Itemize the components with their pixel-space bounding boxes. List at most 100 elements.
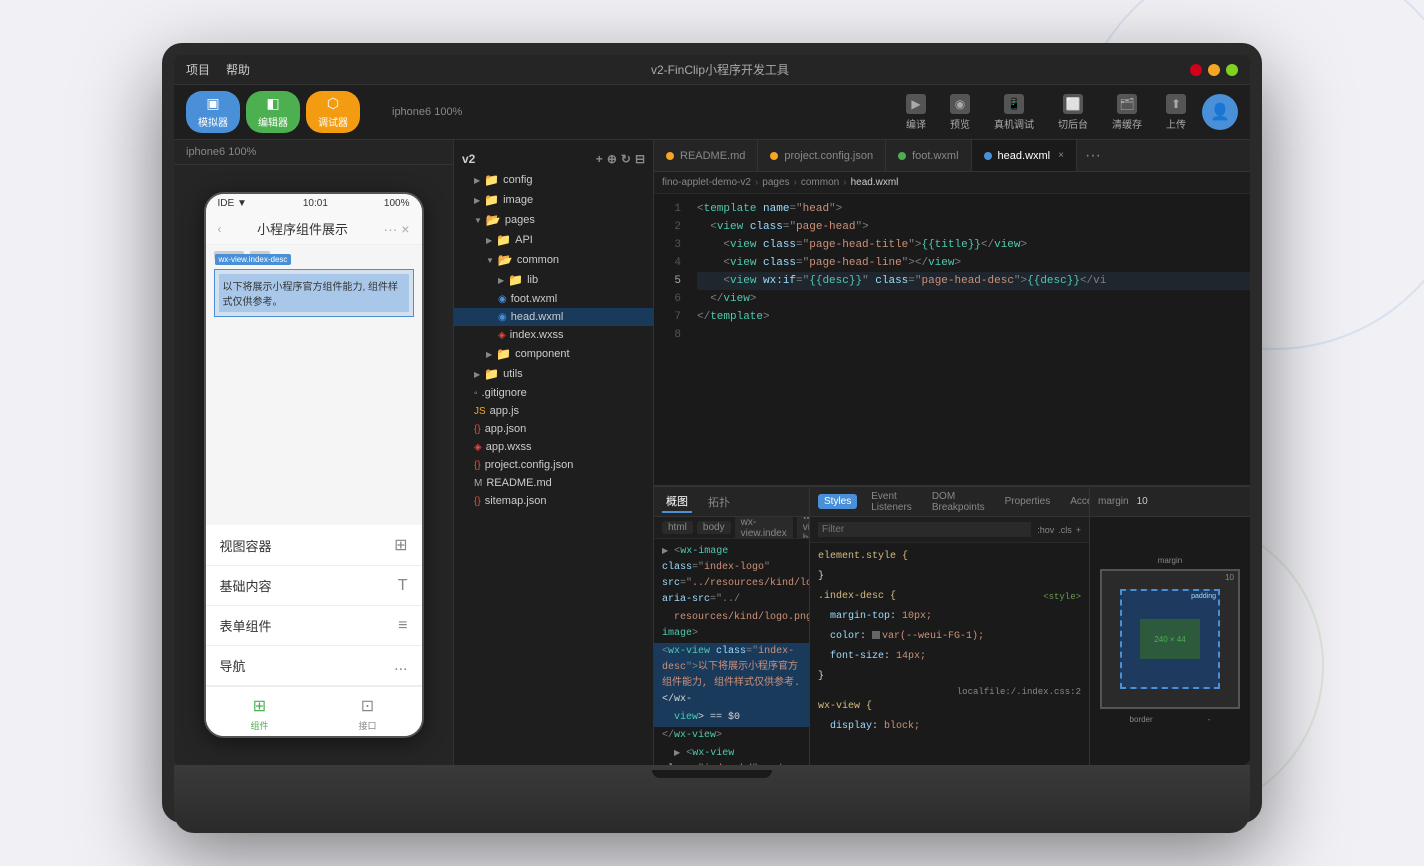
tree-item-label: foot.wxml — [511, 293, 557, 305]
tree-item-label: config — [503, 174, 532, 186]
tab-more-button[interactable]: ··· — [1077, 147, 1109, 165]
tree-item-foot-wxml[interactable]: ◉ foot.wxml — [454, 290, 653, 308]
debugger-button[interactable]: ⬡ 调试器 — [306, 91, 360, 133]
breadcrumb-root[interactable]: fino-applet-demo-v2 — [662, 177, 751, 188]
editor-icon: ◧ — [266, 95, 279, 112]
upload-button[interactable]: ⬆ 上传 — [1158, 90, 1194, 135]
preview-label: 预览 — [950, 116, 970, 131]
tree-item-label: common — [517, 254, 559, 266]
tree-item-utils[interactable]: ▶ 📁 utils — [454, 364, 653, 384]
phone-title-bar: ‹ 小程序组件展示 ··· × — [206, 213, 422, 245]
tab-readme[interactable]: README.md — [654, 140, 758, 171]
close-button[interactable] — [1190, 64, 1202, 76]
real-device-icon: 📱 — [1004, 94, 1024, 114]
dom-code-area[interactable]: ▶ <wx-image class="index-logo" src="../r… — [654, 539, 809, 765]
menu-item-content[interactable]: 基础内容 T — [206, 566, 422, 606]
border-label: border — [1130, 715, 1153, 724]
code-line-5: <view wx:if="{{desc}}" class="page-head-… — [697, 272, 1250, 290]
style-source-link[interactable]: localfile:/.index.css:2 — [810, 687, 1089, 697]
clear-cache-button[interactable]: 🗂 清缓存 — [1104, 90, 1150, 135]
tree-new-file-icon[interactable]: + — [596, 152, 603, 166]
dom-tab-topology[interactable]: 拓扑 — [704, 492, 734, 512]
tree-item-label: app.wxss — [486, 441, 532, 453]
tree-collapse-icon[interactable]: ⊟ — [635, 152, 645, 166]
tab-project-config[interactable]: project.config.json — [758, 140, 886, 171]
compile-icon: ▶ — [906, 94, 926, 114]
dom-tab-overview[interactable]: 概图 — [662, 491, 692, 513]
breadcrumb-pages[interactable]: pages — [762, 177, 789, 188]
tab-close-icon[interactable]: × — [1058, 150, 1064, 161]
tree-item-pages[interactable]: ▼ 📂 pages — [454, 210, 653, 230]
styles-tab-dom-breakpoints[interactable]: DOM Breakpoints — [926, 489, 991, 515]
tree-item-app-json[interactable]: {} app.json — [454, 420, 653, 438]
user-avatar[interactable]: 👤 — [1202, 94, 1238, 130]
menu-help[interactable]: 帮助 — [226, 61, 250, 78]
box-model-content: margin 10 padding 240 × 44 — [1090, 517, 1250, 765]
tree-item-image[interactable]: ▶ 📁 image — [454, 190, 653, 210]
breadcrumb-file[interactable]: head.wxml — [851, 177, 899, 188]
tree-refresh-icon[interactable]: ↻ — [621, 152, 631, 166]
phone-tab-api[interactable]: ⊡ 接口 — [314, 695, 422, 732]
tree-item-api[interactable]: ▶ 📁 API — [454, 230, 653, 250]
preview-button[interactable]: ◉ 预览 — [942, 90, 978, 135]
tree-item-gitignore[interactable]: ◦ .gitignore — [454, 384, 653, 402]
tree-item-component[interactable]: ▶ 📁 component — [454, 344, 653, 364]
real-device-debug-button[interactable]: 📱 真机调试 — [986, 90, 1042, 135]
real-device-label: 真机调试 — [994, 116, 1034, 131]
code-main-area[interactable]: 1 2 3 4 5 6 7 8 <template name="head"> — [654, 194, 1250, 485]
tree-item-lib[interactable]: ▶ 📁 lib — [454, 270, 653, 290]
laptop-base — [174, 765, 1250, 833]
dom-bc-hd[interactable]: wx-view.index-hd — [797, 517, 809, 539]
styles-filter-input[interactable] — [818, 522, 1031, 537]
styles-filter-buttons: :hov .cls + — [1037, 525, 1081, 535]
maximize-button[interactable] — [1226, 64, 1238, 76]
menu-item-view[interactable]: 视图容器 ⊞ — [206, 525, 422, 566]
minimize-button[interactable] — [1208, 64, 1220, 76]
tree-item-index-wxss[interactable]: ◈ index.wxss — [454, 326, 653, 344]
dom-bc-html[interactable]: html — [662, 521, 693, 534]
tree-item-readme[interactable]: M README.md — [454, 474, 653, 492]
styles-tab-event-listeners[interactable]: Event Listeners — [865, 489, 918, 515]
tree-item-app-js[interactable]: JS app.js — [454, 402, 653, 420]
chevron-icon: ▶ — [486, 236, 492, 245]
hover-filter-btn[interactable]: :hov — [1037, 525, 1054, 535]
menu-item-form[interactable]: 表单组件 ≡ — [206, 606, 422, 646]
add-style-btn[interactable]: + — [1076, 525, 1081, 535]
bottom-panels: 概图 拓扑 html body wx-view.index wx-view.in… — [654, 485, 1250, 765]
tree-new-folder-icon[interactable]: ⊕ — [607, 152, 617, 166]
tree-item-head-wxml[interactable]: ◉ head.wxml — [454, 308, 653, 326]
tree-item-common[interactable]: ▼ 📂 common — [454, 250, 653, 270]
editor-button[interactable]: ◧ 编辑器 — [246, 91, 300, 133]
tree-item-sitemap[interactable]: {} sitemap.json — [454, 492, 653, 510]
tree-item-config[interactable]: ▶ 📁 config — [454, 170, 653, 190]
chevron-icon: ▶ — [486, 350, 492, 359]
menu-item-nav[interactable]: 导航 ... — [206, 646, 422, 686]
menu-project[interactable]: 项目 — [186, 61, 210, 78]
cls-filter-btn[interactable]: .cls — [1058, 525, 1072, 535]
tree-item-project-config[interactable]: {} project.config.json — [454, 456, 653, 474]
tree-item-app-wxss[interactable]: ◈ app.wxss — [454, 438, 653, 456]
compile-button[interactable]: ▶ 编译 — [898, 90, 934, 135]
box-model-header: margin 10 — [1090, 487, 1250, 517]
tab-foot-wxml[interactable]: foot.wxml — [886, 140, 971, 171]
dom-line-3[interactable]: <wx-view class="index-desc">以下将展示小程序官方组件… — [654, 643, 809, 709]
styles-tab-styles[interactable]: Styles — [818, 494, 857, 509]
box-model-display: margin 10 padding 240 × 44 — [1098, 556, 1242, 726]
folder-icon: 📁 — [484, 193, 499, 207]
tree-item-label: utils — [503, 368, 523, 380]
phone-signal: IDE ▼ — [218, 198, 247, 209]
code-content[interactable]: <template name="head"> <view class="page… — [689, 194, 1250, 485]
breadcrumb-common[interactable]: common — [801, 177, 839, 188]
element-style-selector: element.style { — [818, 551, 908, 562]
dom-bc-body[interactable]: body — [697, 521, 731, 534]
phone-tab-component[interactable]: ⊞ 组件 — [206, 695, 314, 732]
tree-item-label: index.wxss — [510, 329, 564, 341]
background-button[interactable]: ⬜ 切后台 — [1050, 90, 1096, 135]
dom-bc-index[interactable]: wx-view.index — [735, 517, 793, 539]
styles-tab-properties[interactable]: Properties — [999, 494, 1057, 509]
tab-head-wxml[interactable]: head.wxml × — [972, 140, 1077, 171]
highlighted-element: 240 × 44 wx-view.index-desc 以下将展示小程序官方组件… — [214, 269, 414, 317]
simulator-button[interactable]: ▣ 模拟器 — [186, 91, 240, 133]
styles-tab-accessibility[interactable]: Accessibility — [1064, 494, 1090, 509]
main-toolbar: ▣ 模拟器 ◧ 编辑器 ⬡ 调试器 iphone6 100% ▶ 编译 ◉ — [174, 85, 1250, 140]
